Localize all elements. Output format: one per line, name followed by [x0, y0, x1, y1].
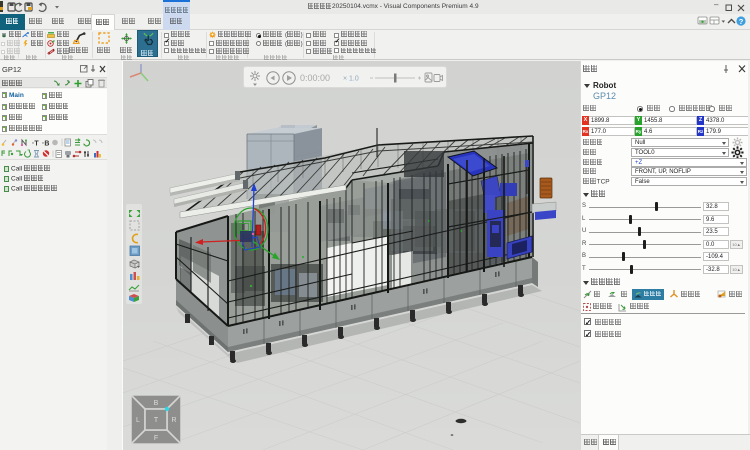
svg-text:F: F [154, 435, 158, 442]
svg-text:0:00:00: 0:00:00 [300, 73, 330, 83]
svg-text:R: R [171, 417, 176, 424]
svg-text:?: ? [739, 17, 744, 26]
svg-text:T: T [154, 417, 159, 424]
svg-text:× 1.0: × 1.0 [343, 76, 359, 83]
svg-text:L: L [136, 417, 140, 424]
svg-text:B: B [154, 400, 159, 407]
svg-text:·B: ·B [42, 141, 49, 148]
svg-text:·T: ·T [32, 141, 39, 148]
